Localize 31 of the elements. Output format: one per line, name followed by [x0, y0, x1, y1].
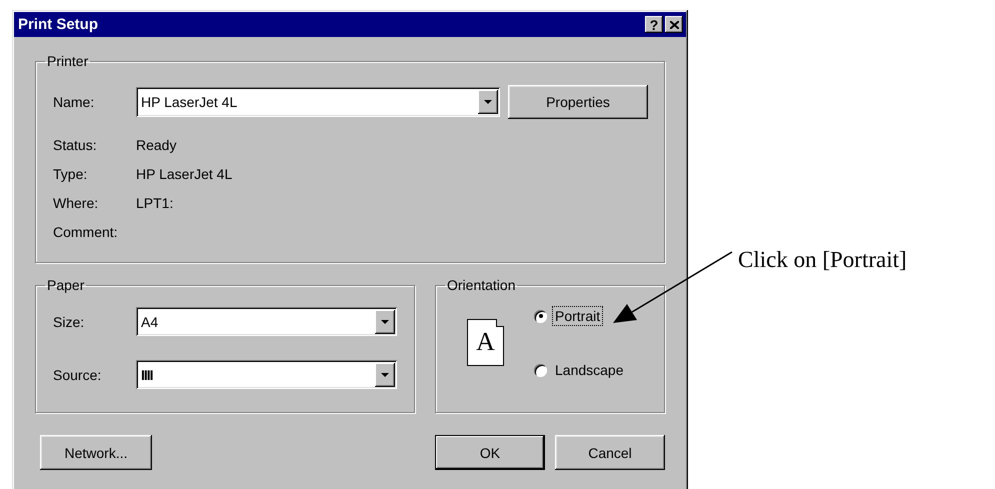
caret-icon — [381, 372, 389, 376]
close-icon — [670, 20, 678, 28]
info-label: Status: — [53, 136, 98, 152]
info-label: Comment: — [53, 224, 119, 240]
dialog-button[interactable]: Cancel — [555, 435, 665, 470]
radio-option[interactable]: Landscape — [534, 361, 626, 379]
info-value: Ready — [136, 136, 176, 152]
help-button[interactable]: ? — [645, 16, 663, 33]
info-label: Where: — [53, 194, 100, 210]
info-value: LPT1: — [136, 194, 174, 210]
dropdown-field[interactable]: IIII — [136, 360, 397, 389]
caret-icon — [484, 100, 492, 104]
info-label: Type: — [53, 166, 88, 182]
page-icon: A — [467, 318, 504, 366]
close-button[interactable] — [665, 16, 683, 33]
properties-button[interactable]: Properties — [508, 85, 648, 119]
dialog-button[interactable]: OK — [435, 435, 545, 470]
info-value: HP LaserJet 4L — [136, 166, 232, 182]
caret-icon — [381, 320, 389, 324]
network-button[interactable]: Network... — [40, 435, 152, 470]
field-label: Source: — [53, 366, 102, 382]
radio-option[interactable]: Portrait — [534, 307, 602, 325]
field-label: Name: — [53, 94, 96, 110]
printer-dropdown[interactable]: HP LaserJet 4L — [136, 87, 500, 117]
group-label: Paper — [46, 277, 86, 293]
dropdown-field[interactable]: A4 — [136, 307, 397, 336]
window-title: Print Setup — [18, 16, 98, 33]
group-label: Orientation — [446, 277, 516, 293]
group-label: Printer — [46, 53, 90, 69]
field-label: Size: — [53, 314, 86, 330]
callout-text: Click on [Portrait] — [738, 247, 907, 273]
